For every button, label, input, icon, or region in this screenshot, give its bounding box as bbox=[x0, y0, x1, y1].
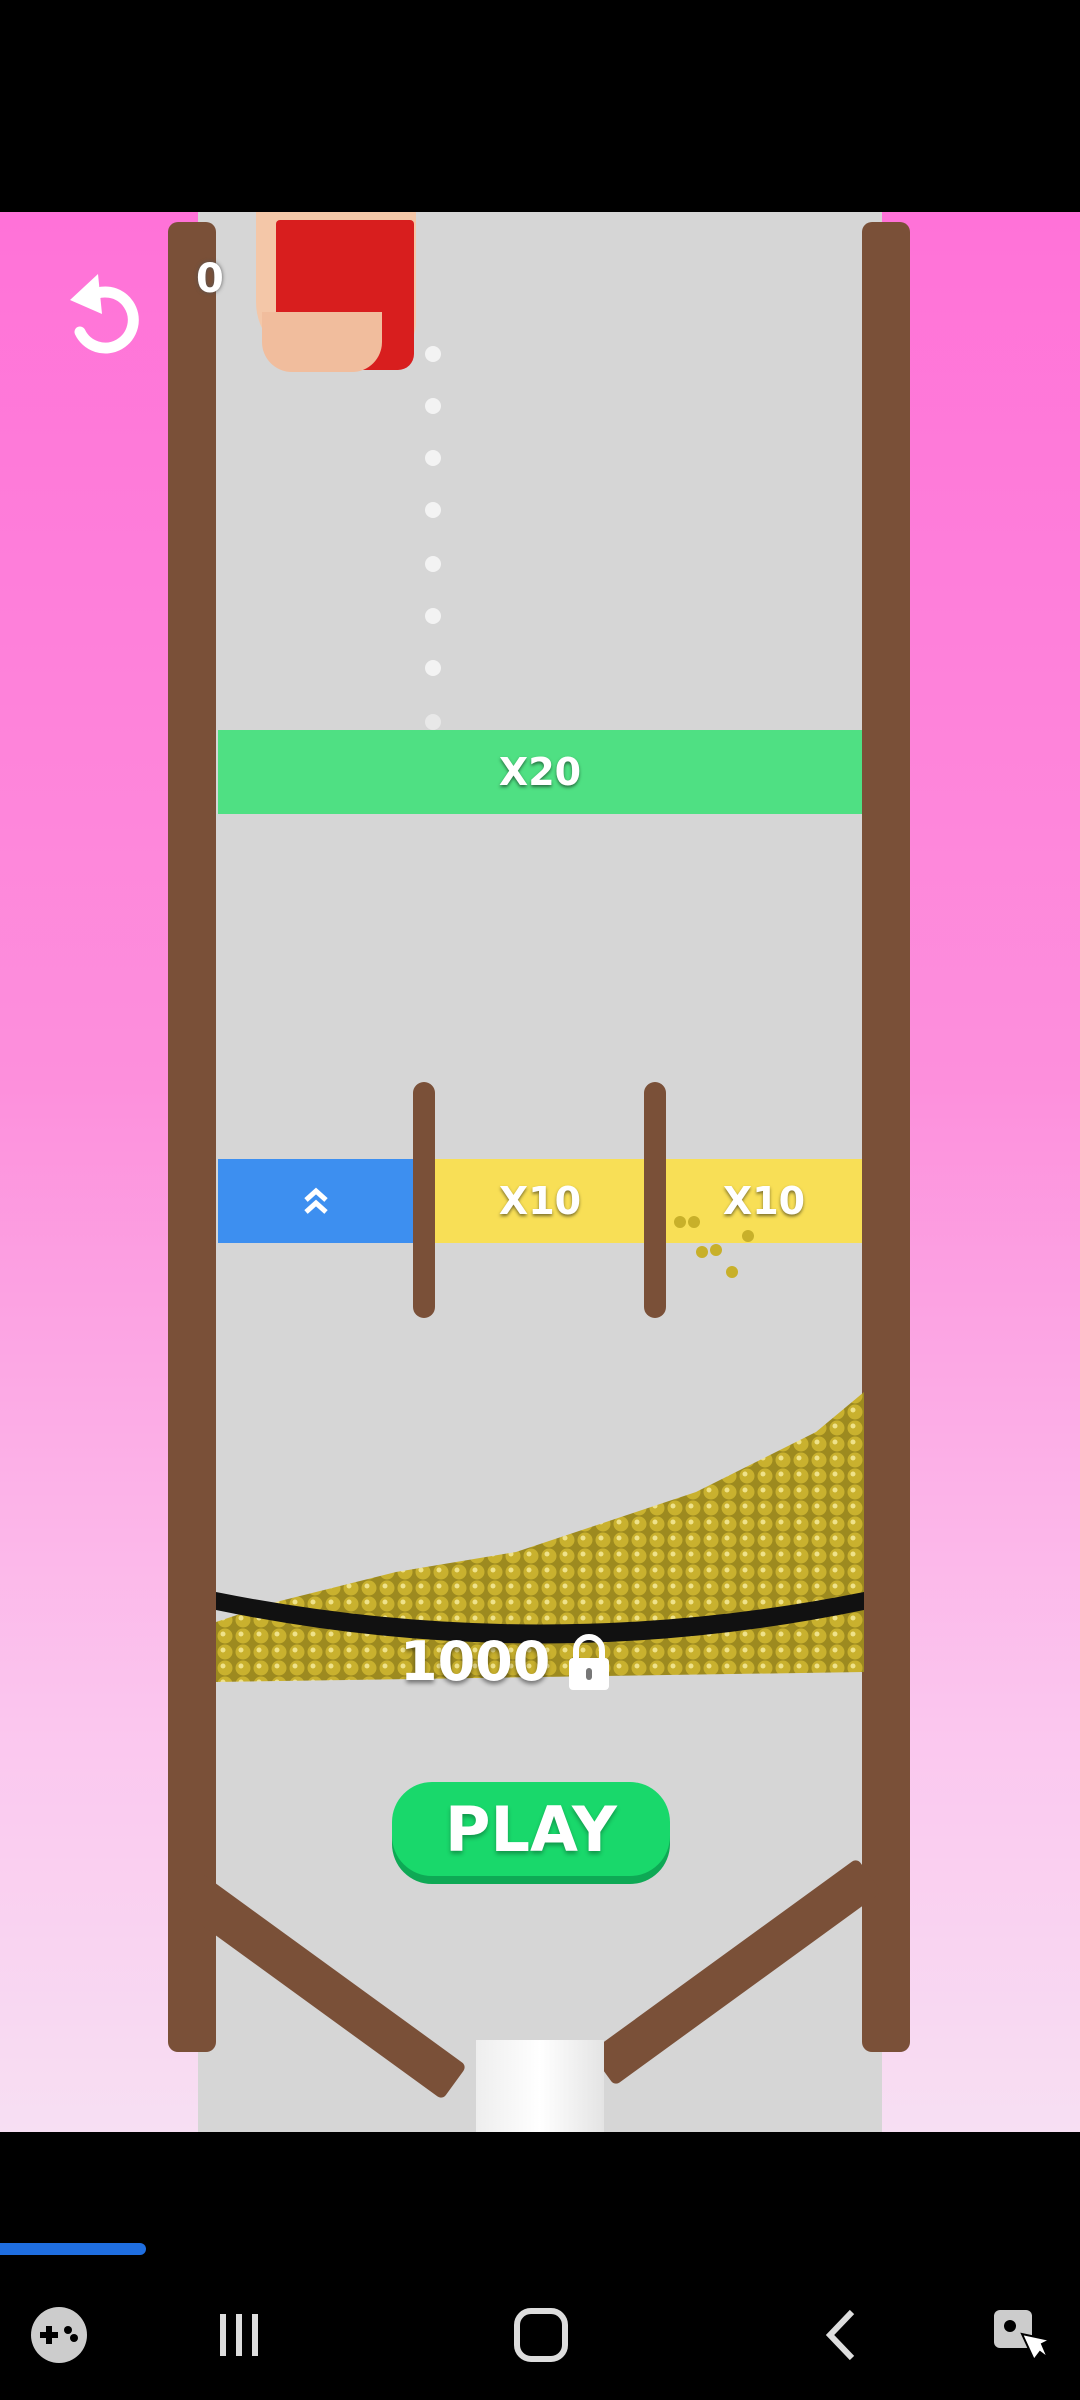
wood-divider bbox=[413, 1082, 435, 1318]
system-navbar bbox=[0, 2270, 1080, 2400]
home-icon[interactable] bbox=[506, 2300, 576, 2370]
falling-ball bbox=[425, 660, 441, 676]
falling-ball bbox=[425, 714, 441, 730]
falling-ball bbox=[425, 608, 441, 624]
scattered-gold-balls bbox=[674, 1216, 754, 1278]
left-wall bbox=[168, 222, 216, 2052]
progress-bar bbox=[0, 2243, 1080, 2255]
wood-divider bbox=[644, 1082, 666, 1318]
falling-ball bbox=[425, 556, 441, 572]
gate-label: X10 bbox=[498, 1179, 582, 1223]
play-button-label: PLAY bbox=[445, 1792, 617, 1866]
basket-score: 1000 bbox=[400, 1630, 614, 1693]
multiplier-gate-x10-left: X10 bbox=[430, 1159, 650, 1243]
status-area bbox=[0, 0, 1080, 212]
restart-icon[interactable] bbox=[58, 270, 148, 360]
drop-counter: 0 bbox=[196, 256, 224, 302]
game-screen[interactable]: X20 X10 X10 1000 PLAY 0 bbox=[0, 212, 1080, 2132]
progress-fill bbox=[0, 2243, 146, 2255]
boost-gate bbox=[218, 1159, 414, 1243]
double-chevron-up-icon bbox=[304, 1187, 328, 1214]
basket-score-value: 1000 bbox=[400, 1630, 551, 1693]
falling-ball bbox=[425, 398, 441, 414]
accessibility-icon[interactable] bbox=[986, 2300, 1056, 2370]
falling-ball bbox=[425, 346, 441, 362]
collection-cup bbox=[476, 2040, 604, 2132]
recent-apps-icon[interactable] bbox=[204, 2300, 274, 2370]
falling-ball bbox=[425, 450, 441, 466]
multiplier-gate-x20: X20 bbox=[218, 730, 862, 814]
falling-ball bbox=[425, 502, 441, 518]
back-icon[interactable] bbox=[808, 2300, 878, 2370]
lock-icon bbox=[569, 1633, 610, 1690]
play-button[interactable]: PLAY bbox=[392, 1782, 670, 1876]
right-wall bbox=[862, 222, 910, 2052]
hand-fingers bbox=[262, 312, 382, 372]
game-tools-icon[interactable] bbox=[24, 2300, 94, 2370]
gate-label: X20 bbox=[498, 750, 582, 794]
